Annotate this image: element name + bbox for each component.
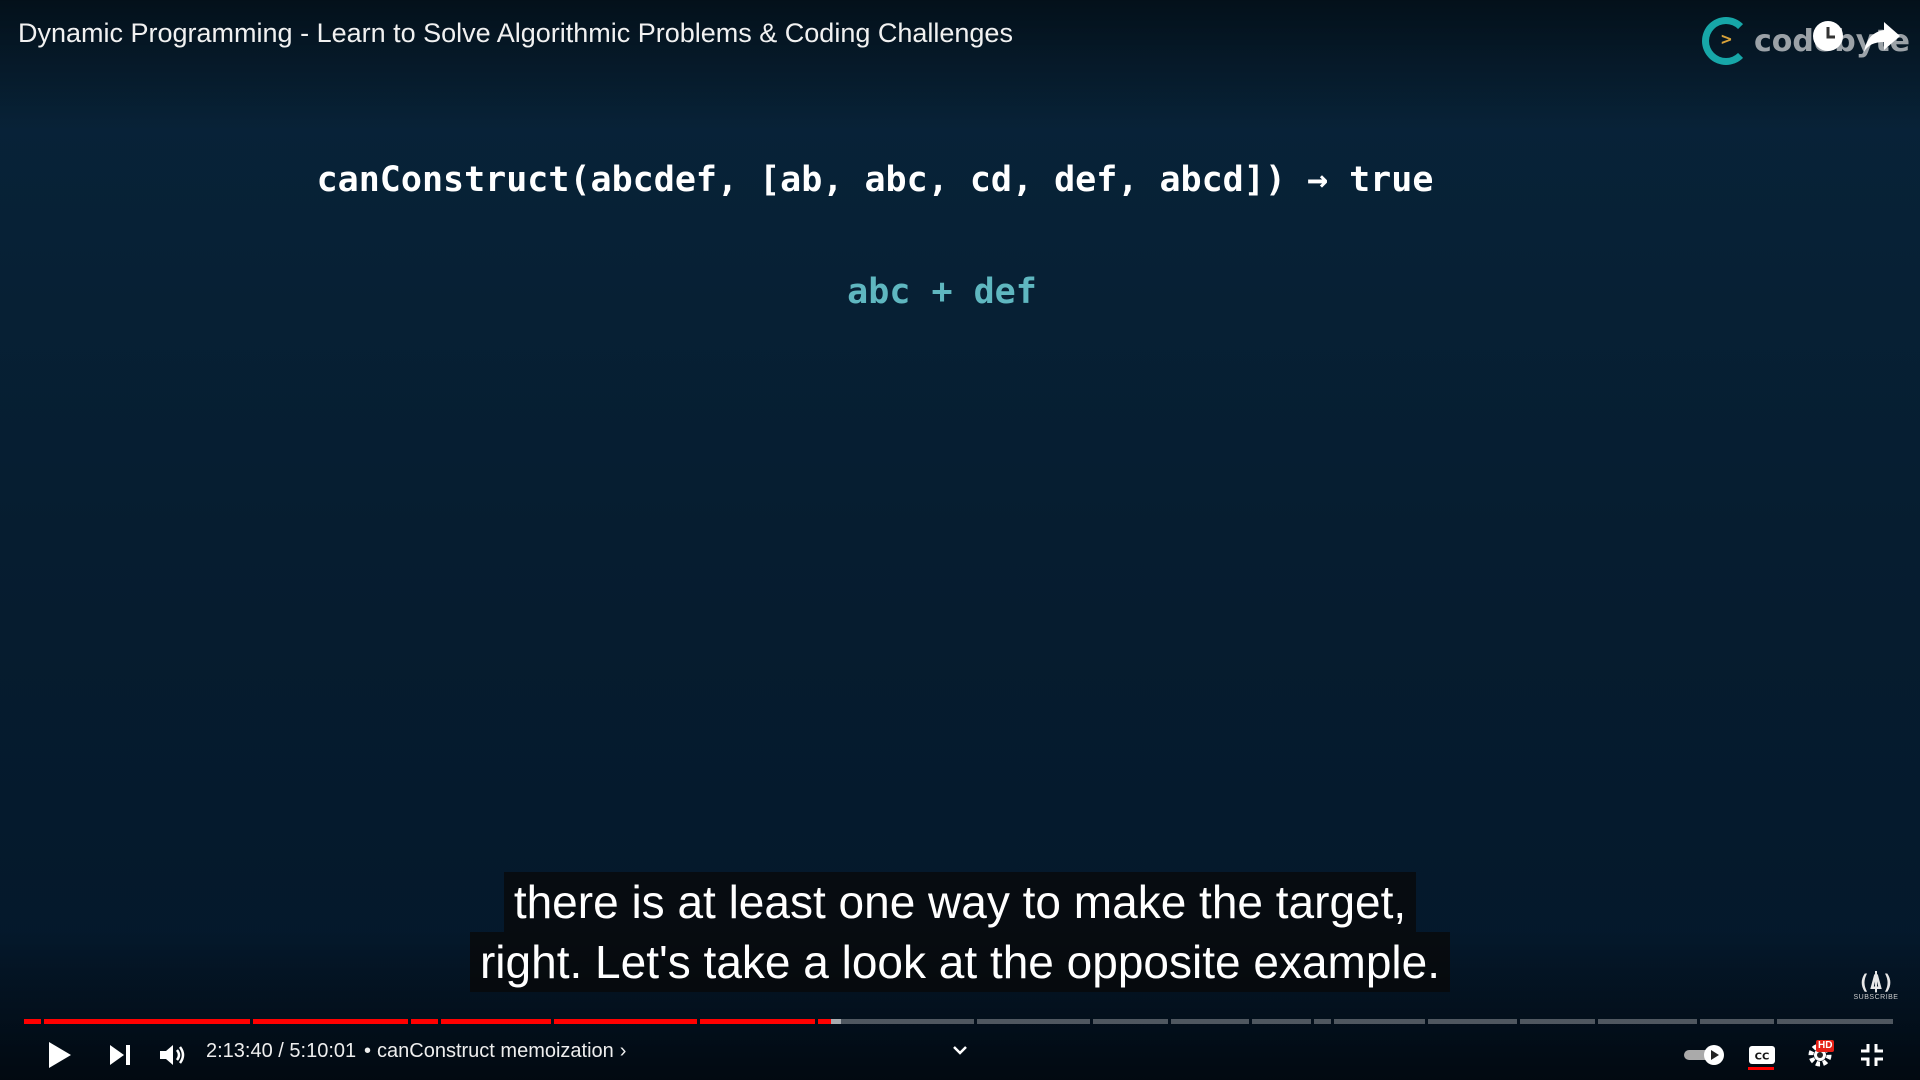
chapter-segment[interactable]: [1334, 1019, 1425, 1024]
chapter-segment[interactable]: [977, 1019, 1090, 1024]
played-progress: [411, 1019, 438, 1024]
buffered-progress: [830, 1019, 841, 1024]
chapter-label: canConstruct memoization: [377, 1040, 614, 1062]
slide-expression: canConstruct(abcdef, [ab, abc, cd, def, …: [316, 160, 1434, 200]
video-player[interactable]: Dynamic Programming - Learn to Solve Alg…: [0, 0, 1920, 1080]
exit-fullscreen-button[interactable]: [1852, 1035, 1892, 1075]
played-progress: [554, 1019, 697, 1024]
subscribe-label: SUBSCRIBE: [1853, 994, 1899, 1001]
channel-watermark-icon: (⍋): [1857, 970, 1895, 994]
cc-icon: CC: [1749, 1046, 1775, 1064]
time-separator: /: [272, 1040, 290, 1062]
hd-badge: HD: [1816, 1040, 1835, 1052]
chapter-segment[interactable]: [1428, 1019, 1517, 1024]
slide-answer: abc + def: [847, 272, 1037, 312]
chapter-segment[interactable]: [1093, 1019, 1168, 1024]
chapter-separator: •: [364, 1040, 372, 1062]
chapter-segment[interactable]: [700, 1019, 815, 1024]
play-icon: [49, 1042, 71, 1068]
played-progress: [441, 1019, 551, 1024]
mute-button[interactable]: [152, 1035, 192, 1075]
chapter-segment[interactable]: [1314, 1019, 1331, 1024]
played-progress: [24, 1019, 41, 1024]
chapter-segment[interactable]: [1700, 1019, 1774, 1024]
volume-icon: [160, 1045, 185, 1065]
time-display: 2:13:40 / 5:10:01: [206, 1040, 356, 1063]
chapter-segment[interactable]: [1252, 1019, 1311, 1024]
chapter-segment[interactable]: [554, 1019, 697, 1024]
caption-line-1: there is at least one way to make the ta…: [503, 872, 1417, 932]
chapter-segment[interactable]: [44, 1019, 250, 1024]
captions[interactable]: there is at least one way to make the ta…: [0, 872, 1920, 992]
chapter-segment[interactable]: [441, 1019, 551, 1024]
autoplay-toggle[interactable]: [1680, 1035, 1730, 1075]
subscribe-watermark[interactable]: (⍋) SUBSCRIBE: [1853, 970, 1899, 1010]
chapter-segment[interactable]: [818, 1019, 974, 1024]
video-title[interactable]: Dynamic Programming - Learn to Solve Alg…: [18, 18, 1013, 49]
next-button[interactable]: [100, 1035, 140, 1075]
exit-fullscreen-icon: [1861, 1044, 1883, 1066]
brand-mark-icon: [1702, 17, 1750, 65]
chevron-down-icon: [953, 1046, 967, 1055]
play-button[interactable]: [40, 1035, 80, 1075]
chapter-segment[interactable]: [411, 1019, 438, 1024]
next-icon: [110, 1045, 130, 1065]
svg-text:CC: CC: [1755, 1052, 1770, 1063]
clock-icon[interactable]: [1810, 18, 1846, 54]
cc-active-indicator: [1748, 1067, 1774, 1070]
chapter-title[interactable]: • canConstruct memoization ›: [364, 1040, 626, 1063]
chapter-segment[interactable]: [24, 1019, 41, 1024]
share-icon[interactable]: [1862, 18, 1902, 54]
chapter-segment[interactable]: [1777, 1019, 1893, 1024]
chapter-segment[interactable]: [1598, 1019, 1697, 1024]
chapter-segment[interactable]: [1520, 1019, 1595, 1024]
progress-bar[interactable]: [24, 1019, 1896, 1025]
caption-line-2: right. Let's take a look at the opposite…: [469, 932, 1451, 992]
played-progress: [253, 1019, 408, 1024]
chevron-right-icon: ›: [619, 1040, 627, 1062]
chapters-dropdown[interactable]: [940, 1030, 980, 1070]
current-time: 2:13:40: [206, 1040, 273, 1062]
chapter-segment[interactable]: [253, 1019, 408, 1024]
autoplay-toggle-icon: [1684, 1045, 1724, 1065]
played-progress: [818, 1019, 831, 1024]
played-progress: [44, 1019, 250, 1024]
chapter-segment[interactable]: [1171, 1019, 1249, 1024]
duration: 5:10:01: [289, 1040, 357, 1062]
played-progress: [700, 1019, 815, 1024]
